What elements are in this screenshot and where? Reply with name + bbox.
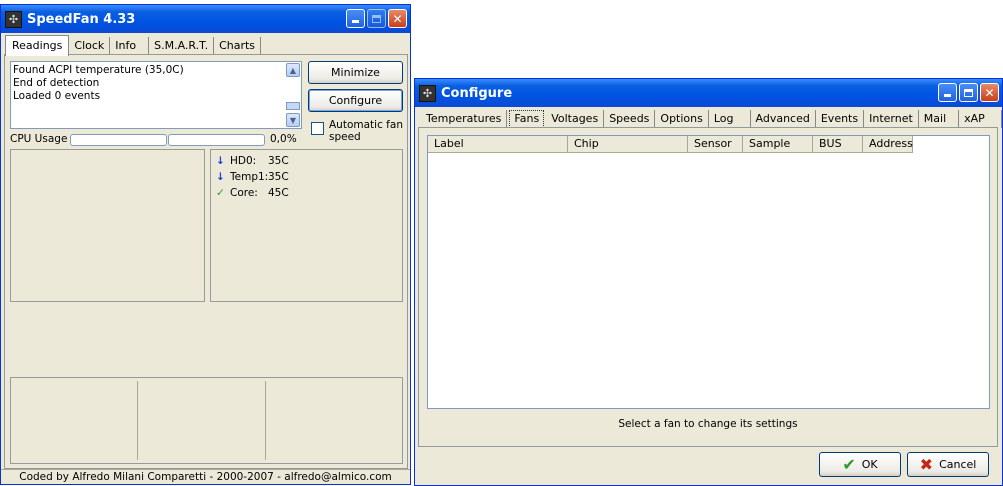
tab-fans[interactable]: Fans — [509, 110, 545, 128]
temp-name: HD0: — [230, 155, 257, 167]
log-scroll-up-button[interactable]: ▲ — [286, 63, 300, 77]
tab-clock[interactable]: Clock — [69, 37, 111, 55]
close-window-button[interactable]: ✕ — [388, 9, 407, 28]
tab-options[interactable]: Options — [655, 110, 709, 128]
minimize-icon — [944, 94, 951, 97]
configure-title: Configure — [441, 85, 513, 101]
log-scroll-thumb[interactable] — [286, 102, 300, 110]
fans-tab-panel: Label Chip Sensor Sample BUS Address Sel… — [418, 127, 998, 447]
speedfan-title: SpeedFan 4.33 — [27, 11, 136, 27]
tab-temperatures[interactable]: Temperatures — [421, 110, 508, 128]
cancel-label: Cancel — [939, 458, 977, 471]
tab-charts[interactable]: Charts — [214, 37, 262, 55]
speeds-panel — [10, 149, 205, 302]
cancel-button[interactable]: ✖ Cancel — [907, 452, 989, 477]
ok-button[interactable]: ✔ OK — [819, 452, 901, 477]
configure-button[interactable]: Configure — [308, 89, 403, 112]
temperatures-panel: ↓ HD0: 35C ↓ Temp1: 35C ✓ Core: 45C — [210, 149, 403, 302]
log-line: Found ACPI temperature (35,0C) — [13, 64, 184, 76]
temp-name: Core: — [230, 187, 258, 199]
close-window-button[interactable]: ✕ — [980, 83, 999, 102]
minimize-button[interactable]: Minimize — [308, 61, 403, 84]
footer-credits: Coded by Alfredo Milani Comparetti - 200… — [1, 469, 410, 484]
tab-xap[interactable]: xAP — [959, 110, 1002, 128]
speedfan-fan-icon: ✣ — [419, 84, 436, 102]
tab-advanced[interactable]: Advanced — [751, 110, 816, 128]
voltages-panel — [10, 377, 403, 464]
chevron-up-icon: ▲ — [289, 65, 297, 75]
temp-row-hd0: ↓ HD0: 35C — [216, 153, 289, 169]
check-icon: ✓ — [216, 187, 225, 199]
cpu-usage-label: CPU Usage — [10, 133, 68, 145]
minimize-icon — [352, 20, 359, 23]
maximize-icon — [964, 88, 973, 97]
x-icon: ✖ — [919, 455, 934, 474]
fan-hint-text: Select a fan to change its settings — [618, 418, 798, 430]
tab-voltages[interactable]: Voltages — [546, 110, 605, 128]
close-icon: ✕ — [984, 85, 995, 100]
minimize-window-button[interactable] — [346, 9, 365, 28]
log-line: Loaded 0 events — [13, 90, 101, 102]
configure-titlebar[interactable]: ✣ Configure ✕ — [415, 79, 1002, 107]
readings-tab-panel: Found ACPI temperature (35,0C) End of de… — [4, 54, 408, 469]
close-icon: ✕ — [392, 11, 403, 26]
maximize-window-button[interactable] — [959, 83, 978, 102]
minimize-window-button[interactable] — [938, 83, 957, 102]
cpu-usage-value: 0,0% — [270, 133, 297, 145]
checkbox-box[interactable] — [311, 122, 324, 135]
temp-name: Temp1: — [230, 171, 269, 183]
column-header-sample[interactable]: Sample — [743, 136, 813, 153]
tab-readings[interactable]: Readings — [5, 35, 70, 56]
maximize-icon — [372, 14, 381, 23]
panel-divider — [137, 381, 138, 460]
ok-label: OK — [861, 458, 878, 471]
tab-internet[interactable]: Internet — [864, 110, 919, 128]
configure-window: ✣ Configure ✕ Temperatures Fans Voltages… — [414, 78, 1003, 486]
tab-info[interactable]: Info — [110, 37, 150, 55]
column-header-chip[interactable]: Chip — [568, 136, 688, 153]
log-scroll-down-button[interactable]: ▼ — [286, 113, 300, 127]
tab-speeds[interactable]: Speeds — [604, 110, 656, 128]
chevron-down-icon: ▼ — [289, 115, 297, 125]
speedfan-window: ✣ SpeedFan 4.33 ✕ Readings Clock Info S.… — [0, 4, 411, 485]
temp-value: 35C — [268, 155, 289, 167]
check-icon: ✔ — [842, 455, 856, 474]
temp-value: 35C — [268, 171, 289, 183]
column-header-sensor[interactable]: Sensor — [688, 136, 743, 153]
column-header-label[interactable]: Label — [428, 136, 568, 153]
tab-mail[interactable]: Mail — [919, 110, 960, 128]
automatic-fan-speed-label: Automatic fan speed — [329, 119, 403, 143]
maximize-window-button — [367, 9, 386, 28]
arrow-down-icon: ↓ — [216, 155, 225, 167]
panel-divider — [265, 381, 266, 460]
tab-log[interactable]: Log — [709, 110, 751, 128]
speedfan-titlebar[interactable]: ✣ SpeedFan 4.33 ✕ — [1, 5, 410, 33]
event-log[interactable]: Found ACPI temperature (35,0C) End of de… — [10, 61, 302, 129]
cpu-usage-bar-2 — [168, 134, 265, 146]
fans-list[interactable]: Label Chip Sensor Sample BUS Address — [427, 135, 990, 409]
tab-events[interactable]: Events — [816, 110, 865, 128]
arrow-down-icon: ↓ — [216, 171, 225, 183]
log-line: End of detection — [13, 77, 100, 89]
automatic-fan-speed-checkbox[interactable]: Automatic fan speed — [311, 119, 407, 143]
tab-smart[interactable]: S.M.A.R.T. — [149, 37, 215, 55]
column-header-address[interactable]: Address — [863, 136, 913, 153]
speedfan-fan-icon: ✣ — [5, 10, 22, 28]
temp-value: 45C — [268, 187, 289, 199]
temp-row-temp1: ↓ Temp1: 35C — [216, 169, 289, 185]
temp-row-core: ✓ Core: 45C — [216, 185, 289, 201]
cpu-usage-bar-1 — [70, 134, 167, 146]
column-header-bus[interactable]: BUS — [813, 136, 863, 153]
